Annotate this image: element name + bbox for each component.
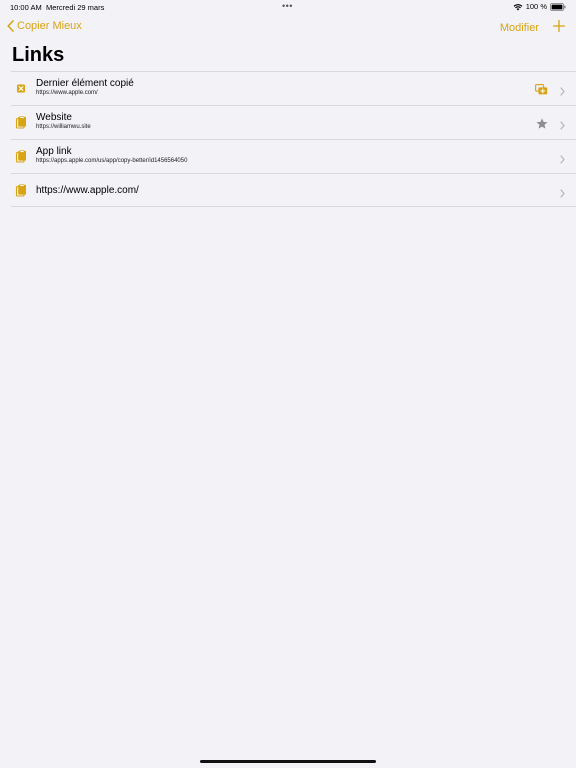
status-bar: 10:00 AM Mercredi 29 mars ••• 100 % (0, 0, 576, 14)
chevron-left-icon (7, 20, 14, 32)
list-item[interactable]: App link https://apps.apple.com/us/app/c… (11, 139, 576, 173)
home-indicator[interactable] (200, 760, 376, 763)
status-date: Mercredi 29 mars (46, 3, 105, 12)
item-subtitle: https://williamwu.site (36, 124, 91, 130)
item-title: https://www.apple.com/ (36, 185, 139, 196)
list-item[interactable]: https://www.apple.com/ (11, 173, 576, 207)
clipboard-icon (15, 116, 27, 129)
list-item[interactable]: Dernier élément copié https://www.apple.… (11, 71, 576, 105)
status-right: 100 % (513, 2, 566, 11)
star-icon[interactable] (536, 116, 548, 134)
add-button[interactable] (552, 19, 566, 37)
item-title: App link (36, 146, 72, 157)
navigation-bar: Copier Mieux Modifier (0, 18, 576, 38)
item-subtitle: https://www.apple.com/ (36, 90, 98, 96)
clipboard-x-icon (15, 82, 27, 95)
edit-button[interactable]: Modifier (500, 22, 539, 34)
chevron-right-icon (560, 151, 565, 169)
item-subtitle: https://apps.apple.com/us/app/copy-bette… (36, 158, 188, 164)
battery-icon (550, 2, 566, 11)
wifi-icon (513, 3, 523, 11)
list-item[interactable]: Website https://williamwu.site (11, 105, 576, 139)
chevron-right-icon (560, 185, 565, 203)
page-title: Links (12, 44, 65, 66)
chevron-right-icon (560, 83, 565, 101)
links-list: Dernier élément copié https://www.apple.… (11, 71, 576, 207)
status-time: 10:00 AM (10, 3, 42, 12)
clipboard-icon (15, 150, 27, 163)
clipboard-icon (15, 184, 27, 197)
plus-icon (552, 19, 566, 33)
back-button[interactable]: Copier Mieux (7, 20, 82, 32)
copy-stack-icon[interactable] (535, 82, 548, 100)
item-title: Dernier élément copié (36, 78, 134, 89)
multitasking-dots-icon[interactable]: ••• (282, 1, 293, 11)
chevron-right-icon (560, 117, 565, 135)
back-button-label: Copier Mieux (17, 20, 82, 32)
item-title: Website (36, 112, 72, 123)
battery-percent: 100 % (525, 2, 547, 11)
